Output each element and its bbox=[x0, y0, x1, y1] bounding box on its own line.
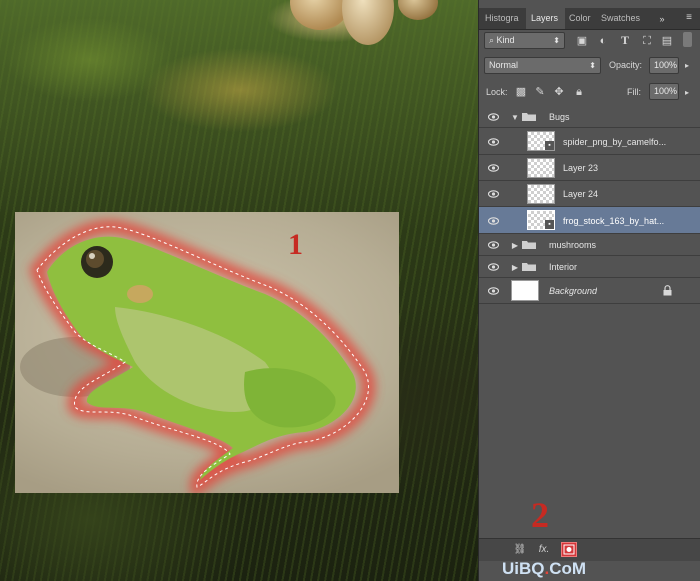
filter-toggle-icon[interactable] bbox=[683, 32, 692, 47]
lock-label: Lock: bbox=[486, 87, 508, 97]
layer-name: Layer 23 bbox=[563, 163, 599, 173]
shape-filter-icon[interactable]: ⛶ bbox=[641, 35, 653, 47]
tab-color[interactable]: Color bbox=[569, 8, 597, 29]
watermark-prefix: UiBQ bbox=[502, 559, 545, 578]
visibility-eye-icon[interactable] bbox=[488, 241, 499, 249]
lock-icon bbox=[661, 285, 673, 299]
opacity-label: Opacity: bbox=[609, 60, 643, 70]
link-icon[interactable]: ⛓ bbox=[513, 544, 527, 556]
step-2-label: 2 bbox=[531, 495, 549, 535]
group-expand-arrow-icon[interactable]: ▶ bbox=[510, 240, 520, 252]
layers-bottom-toolbar: ⛓ fx. bbox=[479, 538, 700, 561]
visibility-eye-icon[interactable] bbox=[488, 217, 499, 225]
filter-kind-dropdown[interactable]: ⌕ Kind ⬍ bbox=[484, 32, 565, 49]
layer-thumbnail bbox=[511, 280, 539, 301]
group-expand-arrow-icon[interactable]: ▼ bbox=[510, 112, 520, 124]
fill-field[interactable]: 100% bbox=[649, 83, 679, 100]
blend-mode-value: Normal bbox=[489, 60, 519, 70]
layer-row-frog[interactable]: ▪ frog_stock_163_by_hat... bbox=[479, 207, 700, 234]
layer-row-mushrooms[interactable]: ▶ mushrooms bbox=[479, 234, 700, 256]
chevron-down-icon: ⬍ bbox=[589, 61, 596, 70]
step-1-label: 1 bbox=[288, 228, 303, 261]
search-icon: ⌕ bbox=[489, 35, 497, 45]
fill-label: Fill: bbox=[627, 87, 641, 97]
layer-row-layer-24[interactable]: Layer 24 bbox=[479, 181, 700, 207]
type-filter-icon[interactable]: T bbox=[619, 34, 631, 46]
tab-swatches[interactable]: Swatches bbox=[601, 8, 643, 29]
layer-row-bugs[interactable]: ▼ Bugs bbox=[479, 106, 700, 128]
add-mask-icon[interactable] bbox=[561, 542, 577, 557]
image-filter-icon[interactable]: ▣ bbox=[576, 35, 588, 47]
layer-row-interior[interactable]: ▶ Interior bbox=[479, 256, 700, 278]
visibility-eye-icon[interactable] bbox=[488, 113, 499, 121]
layer-name: Bugs bbox=[549, 112, 570, 122]
fx-icon[interactable]: fx. bbox=[537, 544, 551, 556]
visibility-eye-icon[interactable] bbox=[488, 287, 499, 295]
visibility-eye-icon[interactable] bbox=[488, 164, 499, 172]
lock-position-icon[interactable]: ✥ bbox=[553, 86, 565, 98]
visibility-eye-icon[interactable] bbox=[488, 190, 499, 198]
visibility-eye-icon[interactable] bbox=[488, 263, 499, 271]
layer-name: Interior bbox=[549, 262, 578, 272]
layer-thumbnail bbox=[527, 158, 555, 178]
filter-kind-label: Kind bbox=[496, 35, 515, 45]
panel-tab-bar: Histogra Layers Color Swatches » ≡ bbox=[479, 8, 700, 30]
smart-object-badge-icon: ▪ bbox=[545, 141, 554, 150]
layers-list: ▼ Bugs ▪ spider_png_by_camelfo... Layer … bbox=[479, 104, 700, 534]
mushroom-cap bbox=[290, 0, 350, 30]
blend-mode-dropdown[interactable]: Normal ⬍ bbox=[484, 57, 601, 74]
smart-object-filter-icon[interactable]: ▤ bbox=[661, 35, 673, 47]
lock-image-pixels-icon[interactable]: ✎ bbox=[534, 86, 546, 98]
folder-icon bbox=[522, 239, 536, 252]
document-canvas[interactable]: 1 bbox=[0, 0, 478, 581]
site-watermark: UiBQ.CoM bbox=[502, 559, 586, 579]
layers-panel: Histogra Layers Color Swatches » ≡ ⌕ Kin… bbox=[478, 0, 700, 581]
layer-name: mushrooms bbox=[549, 240, 597, 250]
opacity-dropdown-icon[interactable]: ▸ bbox=[682, 60, 692, 72]
opacity-field[interactable]: 100% bbox=[649, 57, 679, 74]
folder-icon bbox=[522, 111, 536, 124]
layer-row-background[interactable]: Background bbox=[479, 278, 700, 304]
tab-layers[interactable]: Layers bbox=[526, 8, 565, 29]
folder-icon bbox=[522, 261, 536, 274]
layer-name: spider_png_by_camelfo... bbox=[563, 137, 667, 147]
tab-histogram[interactable]: Histogra bbox=[485, 8, 525, 29]
frog-photo[interactable] bbox=[15, 212, 399, 493]
layer-row-spider[interactable]: ▪ spider_png_by_camelfo... bbox=[479, 128, 700, 155]
collapse-panel-icon[interactable]: » bbox=[657, 13, 667, 25]
layer-name: Layer 24 bbox=[563, 189, 599, 199]
lock-transparent-pixels-icon[interactable]: ▩ bbox=[515, 86, 527, 98]
adjustment-filter-icon[interactable]: ◐ bbox=[597, 35, 609, 47]
smart-object-badge-icon: ▪ bbox=[545, 220, 554, 229]
lock-all-icon[interactable]: 🔒︎ bbox=[573, 86, 585, 98]
fill-dropdown-icon[interactable]: ▸ bbox=[682, 87, 692, 99]
layer-name: Background bbox=[549, 286, 598, 296]
visibility-eye-icon[interactable] bbox=[488, 138, 499, 146]
layer-thumbnail bbox=[527, 184, 555, 204]
layer-name: frog_stock_163_by_hat... bbox=[563, 216, 665, 226]
watermark-suffix: CoM bbox=[549, 559, 587, 578]
chevron-down-icon: ⬍ bbox=[553, 36, 560, 45]
layer-row-layer-23[interactable]: Layer 23 bbox=[479, 155, 700, 181]
mushroom-cap bbox=[342, 0, 394, 45]
frog-image bbox=[20, 219, 376, 493]
group-expand-arrow-icon[interactable]: ▶ bbox=[510, 262, 520, 274]
panel-menu-icon[interactable]: ≡ bbox=[683, 12, 695, 24]
mushroom-cap bbox=[398, 0, 438, 20]
